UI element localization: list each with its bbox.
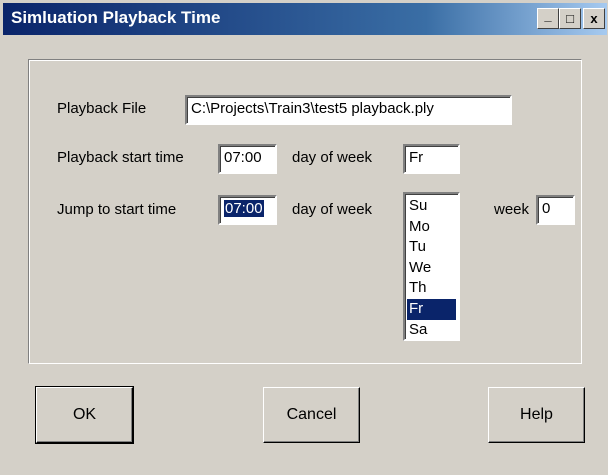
help-button[interactable]: Help	[488, 387, 585, 443]
maximize-button[interactable]: □	[559, 8, 581, 29]
ok-button[interactable]: OK	[35, 386, 134, 444]
playback-day-of-week-field[interactable]: Fr	[403, 144, 460, 174]
ok-button-label: OK	[72, 406, 97, 423]
cancel-button[interactable]: Cancel	[263, 387, 360, 443]
day-option-su[interactable]: Su	[407, 196, 456, 217]
playback-start-label: Playback start time	[57, 149, 184, 166]
day-option-fr[interactable]: Fr	[407, 298, 456, 320]
dialog-window: Simluation Playback Time _ □ x Playback …	[0, 0, 608, 475]
cancel-button-label: Cancel	[286, 406, 337, 423]
day-option-th[interactable]: Th	[407, 278, 456, 299]
playback-day-of-week-label: day of week	[292, 149, 373, 166]
day-option-mo[interactable]: Mo	[407, 217, 456, 238]
day-option-we[interactable]: We	[407, 258, 456, 279]
window-title: Simluation Playback Time	[11, 8, 221, 27]
day-option-tu[interactable]: Tu	[407, 237, 456, 258]
close-button[interactable]: x	[583, 8, 605, 29]
week-label: week	[494, 201, 530, 218]
day-of-week-listbox[interactable]: Su Mo Tu We Th Fr Sa	[403, 192, 460, 341]
day-option-sa[interactable]: Sa	[407, 320, 456, 341]
playback-file-field[interactable]: C:\Projects\Train3\test5 playback.ply	[185, 95, 512, 125]
playback-file-label: Playback File	[57, 100, 147, 117]
week-field[interactable]: 0	[536, 195, 575, 225]
jump-start-time-field[interactable]: 07:00	[218, 195, 277, 225]
jump-start-label: Jump to start time	[57, 201, 177, 218]
maximize-icon: □	[566, 11, 574, 26]
minimize-icon: _	[544, 8, 552, 23]
close-icon: x	[590, 11, 598, 26]
minimize-button[interactable]: _	[537, 8, 559, 29]
jump-day-of-week-label: day of week	[292, 201, 373, 218]
help-button-label: Help	[520, 406, 553, 423]
title-bar[interactable]: Simluation Playback Time _ □ x	[3, 3, 607, 35]
playback-start-time-field[interactable]: 07:00	[218, 144, 277, 174]
jump-start-time-selected-text: 07:00	[224, 200, 264, 217]
